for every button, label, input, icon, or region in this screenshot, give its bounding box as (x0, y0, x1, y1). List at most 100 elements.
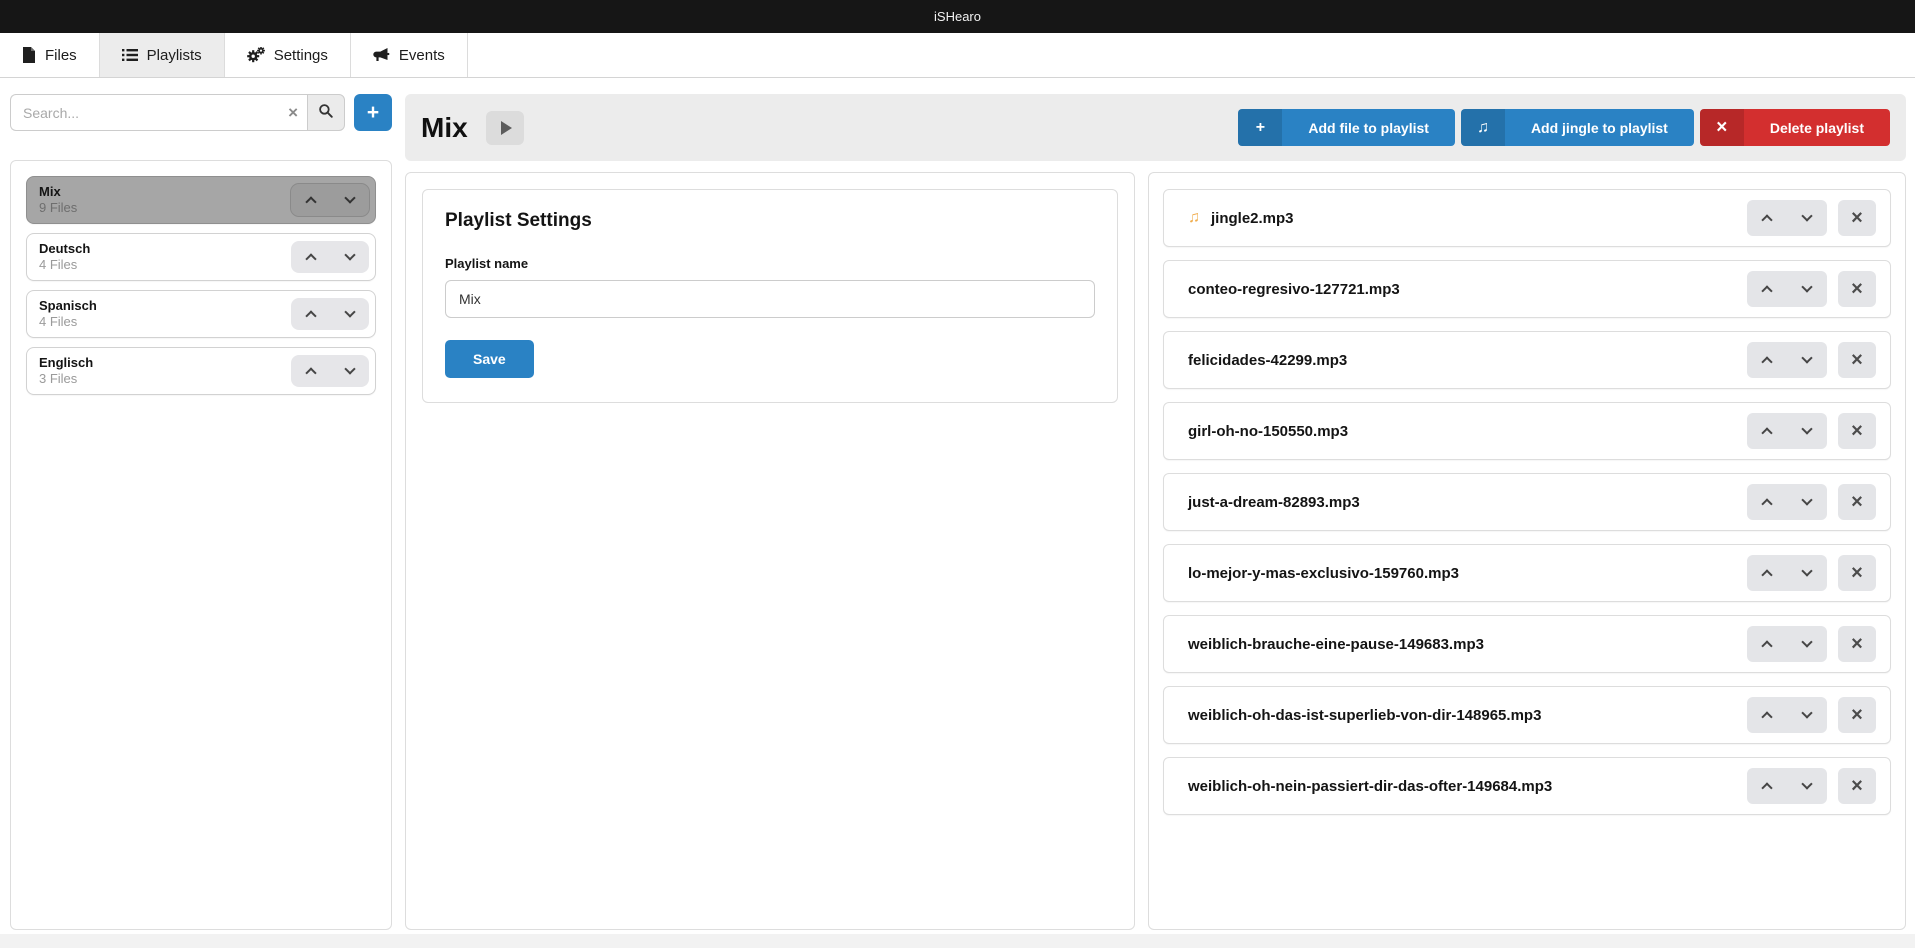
move-up-button[interactable] (1747, 555, 1787, 591)
playlist-item-file-count: 9 Files (39, 200, 77, 216)
delete-playlist-button[interactable]: × Delete playlist (1700, 109, 1890, 146)
tab-label: Files (45, 47, 77, 64)
move-up-button[interactable] (1747, 271, 1787, 307)
move-button-group (1747, 342, 1827, 378)
playlist-item-englisch[interactable]: Englisch3 Files (26, 347, 376, 395)
chevron-up-icon (1761, 427, 1772, 438)
playlist-file-row: lo-mejor-y-mas-exclusivo-159760.mp3× (1163, 544, 1891, 602)
playlist-file-row: girl-oh-no-150550.mp3× (1163, 402, 1891, 460)
chevron-down-icon (1801, 707, 1812, 718)
remove-file-button[interactable]: × (1838, 413, 1876, 449)
clear-search-icon[interactable]: × (288, 94, 298, 131)
move-up-button[interactable] (291, 355, 330, 387)
remove-file-button[interactable]: × (1838, 768, 1876, 804)
file-row-controls: × (1747, 555, 1876, 591)
move-up-button[interactable] (1747, 768, 1787, 804)
playlist-name-input[interactable] (445, 280, 1095, 318)
move-button-group (1747, 484, 1827, 520)
playlist-item-mix[interactable]: Mix9 Files (26, 176, 376, 224)
chevron-down-icon (1801, 494, 1812, 505)
move-down-button[interactable] (1787, 484, 1827, 520)
playlist-files-panel: ♫jingle2.mp3×conteo-regresivo-127721.mp3… (1148, 172, 1906, 930)
move-down-button[interactable] (1787, 413, 1827, 449)
move-button-group (1747, 626, 1827, 662)
add-jingle-to-playlist-button[interactable]: ♫ Add jingle to playlist (1461, 109, 1694, 146)
chevron-up-icon (1761, 569, 1772, 580)
move-down-button[interactable] (1787, 342, 1827, 378)
move-button-group (1747, 768, 1827, 804)
move-down-button[interactable] (1787, 200, 1827, 236)
search-input[interactable] (10, 94, 307, 131)
move-up-button[interactable] (1747, 697, 1787, 733)
content-area: × + Mix9 Files Deutsch4 Files Spanisch4 Fi… (0, 78, 1915, 934)
search-row: × + (10, 94, 392, 131)
search-icon (318, 103, 334, 122)
file-row-controls: × (1747, 626, 1876, 662)
move-down-button[interactable] (330, 355, 369, 387)
search-button[interactable] (307, 94, 345, 131)
plus-icon: + (367, 102, 379, 123)
remove-x-icon: × (1851, 563, 1863, 583)
move-up-button[interactable] (291, 298, 330, 330)
remove-file-button[interactable]: × (1838, 200, 1876, 236)
chevron-up-icon (305, 310, 316, 321)
chevron-down-icon (1801, 636, 1812, 647)
chevron-up-icon (1761, 214, 1772, 225)
add-file-to-playlist-button[interactable]: + Add file to playlist (1238, 109, 1455, 146)
chevron-up-icon (305, 196, 316, 207)
tab-files[interactable]: Files (0, 33, 100, 77)
playlist-file-row: just-a-dream-82893.mp3× (1163, 473, 1891, 531)
playlist-item-spanisch[interactable]: Spanisch4 Files (26, 290, 376, 338)
move-up-button[interactable] (1747, 484, 1787, 520)
remove-file-button[interactable]: × (1838, 484, 1876, 520)
playlist-item-name: Spanisch (39, 298, 97, 314)
topbar: iSHearo (0, 0, 1915, 33)
tab-settings[interactable]: Settings (225, 33, 351, 77)
move-down-button[interactable] (1787, 768, 1827, 804)
plus-icon: + (1238, 109, 1282, 146)
move-down-button[interactable] (1787, 626, 1827, 662)
file-name: weiblich-oh-das-ist-superlieb-von-dir-14… (1188, 707, 1541, 724)
move-down-button[interactable] (1787, 271, 1827, 307)
remove-file-button[interactable]: × (1838, 271, 1876, 307)
playlist-settings-card: Playlist Settings Playlist name Save (422, 189, 1118, 403)
main-area: Mix + Add file to playlist ♫ Add jingle … (405, 94, 1906, 930)
move-down-button[interactable] (330, 241, 369, 273)
chevron-up-icon (1761, 640, 1772, 651)
move-down-button[interactable] (330, 184, 369, 216)
remove-file-button[interactable]: × (1838, 626, 1876, 662)
move-down-button[interactable] (1787, 555, 1827, 591)
move-button-group (291, 184, 369, 216)
move-up-button[interactable] (1747, 626, 1787, 662)
save-button[interactable]: Save (445, 340, 534, 378)
file-row-controls: × (1747, 484, 1876, 520)
remove-file-button[interactable]: × (1838, 697, 1876, 733)
move-down-button[interactable] (330, 298, 369, 330)
remove-x-icon: × (1851, 279, 1863, 299)
move-down-button[interactable] (1787, 697, 1827, 733)
panels-row: Playlist Settings Playlist name Save ♫ji… (405, 172, 1906, 930)
playlist-settings-panel: Playlist Settings Playlist name Save (405, 172, 1135, 930)
file-row-controls: × (1747, 342, 1876, 378)
remove-file-button[interactable]: × (1838, 342, 1876, 378)
move-up-button[interactable] (1747, 200, 1787, 236)
chevron-down-icon (344, 306, 355, 317)
playlist-file-row: weiblich-brauche-eine-pause-149683.mp3× (1163, 615, 1891, 673)
chevron-up-icon (1761, 711, 1772, 722)
play-playlist-button[interactable] (486, 111, 524, 145)
sidebar: × + Mix9 Files Deutsch4 Files Spanisch4 Fi… (10, 94, 392, 930)
tab-events[interactable]: Events (351, 33, 468, 77)
add-playlist-button[interactable]: + (354, 94, 392, 131)
chevron-down-icon (1801, 281, 1812, 292)
move-up-button[interactable] (291, 184, 330, 216)
move-up-button[interactable] (1747, 342, 1787, 378)
chevron-down-icon (1801, 352, 1812, 363)
move-button-group (1747, 200, 1827, 236)
remove-file-button[interactable]: × (1838, 555, 1876, 591)
move-up-button[interactable] (1747, 413, 1787, 449)
playlist-item-deutsch[interactable]: Deutsch4 Files (26, 233, 376, 281)
tab-playlists[interactable]: Playlists (100, 33, 225, 77)
tab-bar: Files PlaylistsSettingsEvents (0, 33, 1915, 78)
move-up-button[interactable] (291, 241, 330, 273)
gears-icon (247, 47, 265, 63)
